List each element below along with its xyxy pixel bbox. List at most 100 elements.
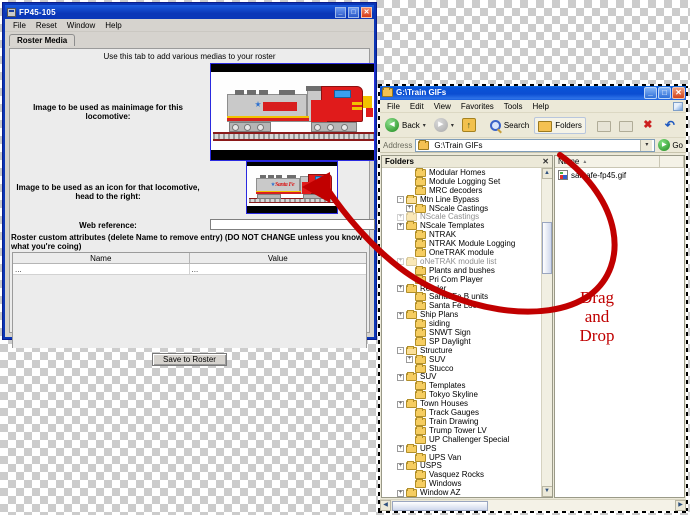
chevron-down-icon[interactable]: ▾ <box>423 122 426 129</box>
jmri-title-bar[interactable]: FP45-105 _ □ ✕ <box>5 5 374 19</box>
expand-icon[interactable]: + <box>397 374 404 381</box>
explorer-window-controls: _ □ ✕ <box>644 87 685 99</box>
folder-icon <box>415 329 426 337</box>
close-icon[interactable]: ✕ <box>542 157 549 166</box>
toolbar-folders-button[interactable]: Folders <box>534 117 586 134</box>
tree-item-vasquez-rocks[interactable]: Vasquez Rocks <box>382 471 552 480</box>
main-image-preview[interactable]: Santa Fe <box>210 63 375 161</box>
tree-item-label: NScale Templates <box>420 222 484 230</box>
web-reference-input[interactable] <box>210 219 375 230</box>
address-dropdown-icon[interactable]: ▾ <box>640 140 652 151</box>
folder-tree[interactable]: Modular HomesModule Logging SetMRC decod… <box>382 168 552 497</box>
folder-tree-scroll-area[interactable]: Modular HomesModule Logging SetMRC decod… <box>382 168 552 497</box>
cell-name[interactable]: ... <box>13 264 190 274</box>
icon-image-preview[interactable]: Santa Fe <box>246 161 338 214</box>
menu-item-file[interactable]: File <box>382 102 405 111</box>
scroll-right-button[interactable]: ▶ <box>675 500 686 511</box>
menu-item-edit[interactable]: Edit <box>405 102 429 111</box>
expand-icon[interactable]: + <box>397 223 404 230</box>
tab-roster-media[interactable]: Roster Media <box>9 34 75 46</box>
scroll-up-button[interactable]: ▲ <box>542 168 553 179</box>
tree-item-suv[interactable]: +SUV <box>382 373 552 382</box>
minimize-button[interactable]: _ <box>644 87 657 99</box>
toolbar-undo-button[interactable] <box>660 117 680 133</box>
menu-item-help[interactable]: Help <box>527 102 553 111</box>
horizontal-scrollbar-thumb[interactable] <box>392 501 488 511</box>
tree-item-label: Windows <box>429 480 461 488</box>
table-row[interactable]: ... ... <box>13 264 366 275</box>
tree-item-label: Templates <box>429 382 465 390</box>
toolbar-search-button[interactable]: Search <box>487 118 532 132</box>
expand-icon[interactable]: + <box>397 214 404 221</box>
toolbar-move-to-button[interactable] <box>594 118 614 133</box>
tree-item-trump-tower-lv[interactable]: Trump Tower LV <box>382 426 552 435</box>
folders-pane-title: Folders <box>385 157 414 166</box>
jmri-window-controls: _ □ ✕ <box>335 7 372 18</box>
folder-icon <box>406 462 417 470</box>
tree-spacer <box>406 267 413 274</box>
toolbar-forward-button[interactable]: ▾ <box>431 117 457 133</box>
search-icon <box>490 120 501 131</box>
scroll-left-button[interactable]: ◀ <box>380 500 391 511</box>
menu-item-help[interactable]: Help <box>100 20 126 31</box>
scroll-down-button[interactable]: ▼ <box>542 486 553 497</box>
toolbar-delete-button[interactable] <box>638 117 658 133</box>
column-header-name[interactable]: Name <box>13 253 190 263</box>
chevron-down-icon[interactable]: ▾ <box>451 122 454 129</box>
tree-item-ups[interactable]: +UPS <box>382 444 552 453</box>
tree-item-suv[interactable]: +SUV <box>382 355 552 364</box>
tree-item-module-logging-set[interactable]: Module Logging Set <box>382 177 552 186</box>
tree-item-structure[interactable]: -Structure <box>382 346 552 355</box>
tree-item-label: oNeTRAK module list <box>420 258 496 266</box>
maximize-button[interactable]: □ <box>348 7 359 18</box>
expand-icon[interactable]: + <box>397 445 404 452</box>
menu-item-view[interactable]: View <box>429 102 456 111</box>
menu-item-file[interactable]: File <box>8 20 31 31</box>
scrollbar-thumb[interactable] <box>542 222 552 274</box>
close-button[interactable]: ✕ <box>361 7 372 18</box>
column-header-extra[interactable] <box>660 156 684 167</box>
minimize-button[interactable]: _ <box>335 7 346 18</box>
close-button[interactable]: ✕ <box>672 87 685 99</box>
collapse-icon[interactable]: - <box>397 347 404 354</box>
expand-icon[interactable]: + <box>397 258 404 265</box>
expand-icon[interactable]: + <box>406 205 413 212</box>
collapse-icon[interactable]: - <box>397 196 404 203</box>
tree-vertical-scrollbar[interactable]: ▲ ▼ <box>541 168 552 497</box>
folder-icon <box>415 320 426 328</box>
expand-icon[interactable]: + <box>397 490 404 497</box>
expand-icon[interactable]: + <box>397 463 404 470</box>
folder-icon <box>406 347 417 355</box>
custom-attributes-table[interactable]: Name Value ... ... <box>12 252 367 348</box>
tree-item-plants-and-bushes[interactable]: Plants and bushes <box>382 266 552 275</box>
tree-item-window-az[interactable]: +Window AZ <box>382 489 552 497</box>
toolbar-up-button[interactable] <box>459 117 479 133</box>
column-header-name[interactable]: Name ▲ <box>555 156 660 167</box>
cell-value[interactable]: ... <box>190 264 367 274</box>
list-item[interactable]: santafe-fp45.gif <box>555 168 684 180</box>
go-button[interactable]: Go <box>658 139 685 151</box>
menu-item-reset[interactable]: Reset <box>31 20 62 31</box>
explorer-menu-bar: File Edit View Favorites Tools Help <box>379 100 687 113</box>
toolbar-copy-to-button[interactable] <box>616 118 636 133</box>
expand-icon[interactable]: + <box>406 356 413 363</box>
horizontal-scrollbar-track[interactable] <box>488 500 675 511</box>
maximize-button[interactable]: □ <box>658 87 671 99</box>
explorer-title-bar[interactable]: G:\Train GIFs _ □ ✕ <box>379 85 687 100</box>
expand-icon[interactable]: + <box>397 285 404 292</box>
expand-icon[interactable]: + <box>397 312 404 319</box>
tree-item-mtn-line-bypass[interactable]: -Mtn Line Bypass <box>382 195 552 204</box>
menu-item-tools[interactable]: Tools <box>499 102 528 111</box>
tree-item-nscale-templates[interactable]: + NScale Templates <box>382 222 552 231</box>
column-header-value[interactable]: Value <box>190 253 367 263</box>
tree-item-ship-plans[interactable]: +Ship Plans <box>382 311 552 320</box>
toolbar-back-button[interactable]: Back ▾ <box>382 117 429 133</box>
menu-item-window[interactable]: Window <box>62 20 100 31</box>
address-input[interactable]: G:\Train GIFs ▾ <box>415 139 655 152</box>
tree-item-label: Santa Fe B units <box>429 293 488 301</box>
expand-icon[interactable]: + <box>397 401 404 408</box>
menu-item-favorites[interactable]: Favorites <box>456 102 499 111</box>
tree-item-label: Train Drawing <box>429 418 479 426</box>
save-to-roster-button[interactable]: Save to Roster <box>152 353 227 366</box>
tree-item-onetrak-module-list[interactable]: + oNeTRAK module list <box>382 257 552 266</box>
